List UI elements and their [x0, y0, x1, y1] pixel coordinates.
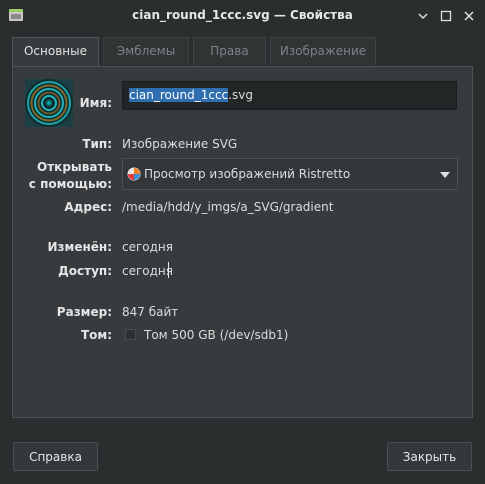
size-label: Размер:	[56, 305, 112, 319]
address-label: Адрес:	[64, 200, 112, 214]
title-bar[interactable]: cian_round_1ccc.svg — Свойства	[0, 0, 485, 32]
accessed-label: Доступ:	[58, 264, 112, 278]
open-with-value: Просмотр изображений Ristretto	[144, 167, 351, 181]
name-extension: .svg	[228, 88, 253, 102]
tab-general[interactable]: Основные	[12, 37, 99, 67]
open-with-label-line2: с помощью:	[28, 177, 112, 191]
name-label: Имя:	[79, 96, 112, 110]
file-thumbnail	[25, 79, 73, 127]
minimize-icon[interactable]	[416, 9, 430, 23]
text-cursor	[168, 262, 169, 278]
ristretto-icon	[127, 167, 141, 181]
address-value: /media/hdd/y_imgs/a_SVG/gradient	[122, 200, 334, 214]
tab-image[interactable]: Изображение	[270, 37, 376, 65]
modified-value: сегодня	[122, 240, 173, 254]
accessed-value[interactable]: сегодня	[122, 264, 173, 278]
volume-value: Том 500 GB (/dev/sdb1)	[144, 328, 289, 342]
chevron-down-icon[interactable]	[440, 172, 450, 178]
size-value: 847 байт	[122, 305, 179, 319]
volume-drive-icon	[125, 329, 136, 340]
close-button[interactable]: Закрыть	[387, 442, 472, 471]
type-label: Тип:	[82, 137, 112, 151]
name-selection: cian_round_1ccc	[129, 88, 229, 102]
tab-permissions[interactable]: Права	[193, 37, 266, 65]
open-with-combobox[interactable]: Просмотр изображений Ristretto	[122, 158, 458, 190]
volume-label: Том:	[80, 328, 112, 342]
open-with-label-line1: Открывать	[37, 160, 112, 174]
tab-emblems[interactable]: Эмблемы	[103, 37, 189, 65]
type-value: Изображение SVG	[122, 137, 238, 151]
close-icon[interactable]	[462, 9, 476, 23]
name-field[interactable]: cian_round_1ccc.svg	[122, 81, 457, 110]
help-button[interactable]: Справка	[13, 442, 98, 471]
maximize-icon[interactable]	[439, 9, 453, 23]
modified-label: Изменён:	[47, 240, 112, 254]
window-title: cian_round_1ccc.svg — Свойства	[132, 8, 353, 22]
